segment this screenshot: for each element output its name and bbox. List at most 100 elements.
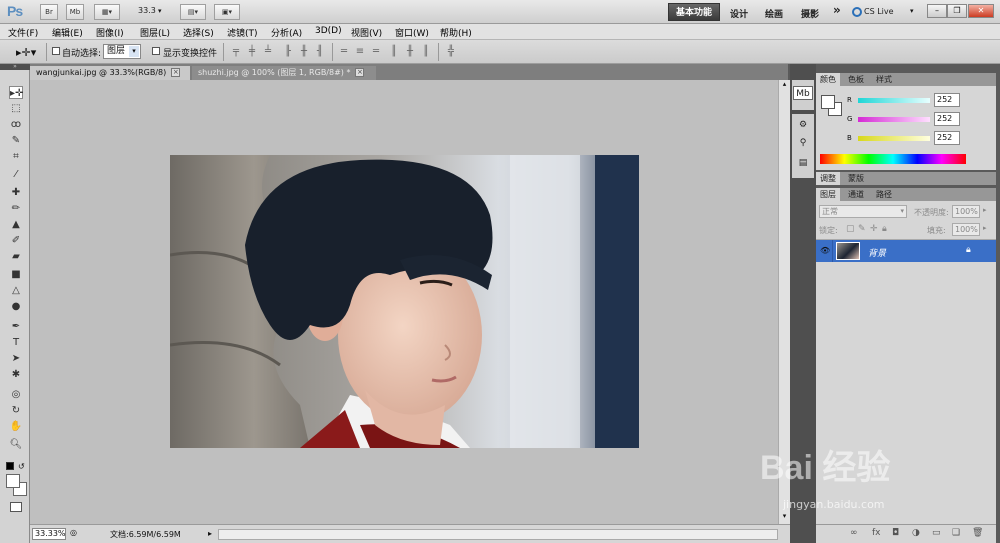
auto-select-dropdown[interactable]: 图层 ▾ (103, 44, 141, 59)
align-bottom-icon[interactable]: ╧ (262, 46, 274, 57)
marquee-tool-icon[interactable]: ⬚ (9, 102, 23, 115)
align-vcenter-icon[interactable]: ╪ (246, 46, 258, 57)
tool-presets-icon[interactable]: ⚙ (793, 118, 813, 132)
menu-help[interactable]: 帮助(H) (440, 26, 472, 39)
arrange-documents-dropdown[interactable]: ▤▾ (180, 4, 206, 20)
3d-orbit-tool-icon[interactable]: ↻ (9, 404, 23, 417)
workspace-painting-button[interactable]: 绘画 (765, 7, 783, 20)
move-tool-icon[interactable]: ▸✛ (9, 86, 23, 99)
quick-selection-tool-icon[interactable]: ✎ (9, 134, 23, 147)
horizontal-scrollbar[interactable] (218, 529, 778, 540)
blend-mode-dropdown[interactable]: 正常 ▾ (819, 205, 907, 218)
show-transform-controls-checkbox[interactable] (152, 47, 160, 55)
layer-name[interactable]: 背景 (868, 246, 886, 259)
gradient-tool-icon[interactable]: ■ (9, 268, 23, 281)
align-right-icon[interactable]: ╢ (314, 46, 326, 57)
zoom-chevron-down-icon[interactable]: ▾ (158, 7, 162, 15)
b-slider[interactable] (858, 136, 930, 141)
r-value-field[interactable]: 252 (934, 93, 960, 107)
menu-view[interactable]: 视图(V) (351, 26, 382, 39)
restore-button[interactable]: ❐ (947, 4, 967, 18)
tab-adjustments[interactable]: 调整 (816, 172, 840, 185)
view-extras-dropdown[interactable]: ▦▾ (94, 4, 120, 20)
opacity-field[interactable]: 100% (952, 205, 980, 218)
tab-layers[interactable]: 图层 (816, 188, 840, 201)
b-value-field[interactable]: 252 (934, 131, 960, 145)
lock-image-icon[interactable]: ✎ (858, 224, 866, 234)
g-value-field[interactable]: 252 (934, 112, 960, 126)
screen-mode-dropdown[interactable]: ▣▾ (214, 4, 240, 20)
eraser-tool-icon[interactable]: ▰ (9, 250, 23, 263)
clone-source-icon[interactable]: ⚲ (793, 136, 813, 150)
menu-image[interactable]: 图像(I) (96, 26, 124, 39)
menu-edit[interactable]: 编辑(E) (52, 26, 83, 39)
menu-file[interactable]: 文件(F) (8, 26, 38, 39)
document-canvas[interactable] (30, 80, 778, 524)
tab-channels[interactable]: 通道 (844, 188, 868, 201)
auto-align-layers-icon[interactable]: ╬ (445, 46, 457, 57)
layer-style-icon[interactable]: fx (872, 528, 881, 538)
shape-tool-icon[interactable]: ✱ (9, 368, 23, 381)
tab-wangjunkai[interactable]: wangjunkai.jpg @ 33.3%(RGB/8) × (30, 66, 190, 80)
swap-colors-icon[interactable]: ↺ (18, 462, 25, 471)
3d-rotate-tool-icon[interactable]: ◎ (9, 388, 23, 401)
quick-mask-icon[interactable] (10, 502, 22, 512)
bridge-button[interactable]: Br (40, 4, 58, 20)
zoom-level[interactable]: 33.3 (138, 6, 156, 15)
lock-all-icon[interactable]: 🔒︎ (882, 224, 887, 234)
cslive-chevron-down-icon[interactable]: ▾ (910, 7, 914, 15)
scroll-down-icon[interactable]: ▾ (779, 512, 790, 522)
scroll-up-icon[interactable]: ▴ (779, 80, 790, 90)
menu-layer[interactable]: 图层(L) (140, 26, 170, 39)
distribute-bottom-icon[interactable]: ═ (370, 46, 382, 57)
close-tab-icon[interactable]: × (171, 68, 181, 77)
tab-shuzhi[interactable]: shuzhi.jpg @ 100% (图层 1, RGB/8#) * × (192, 66, 376, 80)
layer-mask-icon[interactable]: ◘ (892, 528, 899, 538)
actions-icon[interactable]: ▤ (793, 156, 813, 170)
visibility-eye-icon[interactable]: 👁︎ (820, 246, 830, 255)
new-layer-icon[interactable]: ❑ (952, 528, 960, 538)
minimize-button[interactable]: – (927, 4, 947, 18)
history-brush-tool-icon[interactable]: ✐ (9, 234, 23, 247)
brush-tool-icon[interactable]: ✏ (9, 202, 23, 215)
dodge-tool-icon[interactable]: ● (9, 300, 23, 313)
menu-analysis[interactable]: 分析(A) (271, 26, 302, 39)
workspace-essentials-button[interactable]: 基本功能 (668, 3, 720, 21)
tab-swatches[interactable]: 色板 (844, 73, 868, 86)
menu-window[interactable]: 窗口(W) (395, 26, 429, 39)
distribute-top-icon[interactable]: ═ (338, 46, 350, 57)
document-photo[interactable] (170, 155, 639, 448)
type-tool-icon[interactable]: T (9, 336, 23, 349)
align-hcenter-icon[interactable]: ╫ (298, 46, 310, 57)
toolbox-collapse-icon[interactable]: » (0, 64, 30, 70)
fill-chevron-icon[interactable]: ▸ (983, 224, 987, 232)
distribute-vcenter-icon[interactable]: ≡ (354, 46, 366, 57)
close-window-button[interactable]: ✕ (968, 4, 994, 18)
status-info-icon[interactable]: ◎ (70, 528, 80, 540)
new-group-icon[interactable]: ▭ (932, 528, 941, 538)
tab-paths[interactable]: 路径 (872, 188, 896, 201)
color-fg-swatch[interactable] (821, 95, 835, 109)
healing-brush-tool-icon[interactable]: ✚ (9, 186, 23, 199)
eyedropper-tool-icon[interactable]: ⁄ (9, 168, 23, 181)
default-colors-icon[interactable] (6, 462, 14, 470)
g-slider[interactable] (858, 117, 930, 122)
auto-select-checkbox[interactable] (52, 47, 60, 55)
tab-color[interactable]: 颜色 (816, 73, 840, 86)
layer-row[interactable]: 👁︎ 背景 🔒︎ (816, 240, 996, 262)
status-zoom-field[interactable]: 33.33% (32, 528, 66, 540)
tab-masks[interactable]: 蒙版 (844, 172, 868, 185)
zoom-tool-icon[interactable]: 🔍︎ (9, 438, 23, 451)
more-workspaces-button[interactable]: » (833, 3, 841, 17)
lasso-tool-icon[interactable]: ꝏ (9, 118, 23, 131)
workspace-design-button[interactable]: 设计 (730, 7, 748, 20)
align-top-icon[interactable]: ╤ (230, 46, 242, 57)
r-slider[interactable] (858, 98, 930, 103)
lock-transparency-icon[interactable]: ▢ (846, 224, 855, 234)
move-tool-preset-icon[interactable]: ▸✛▾ (16, 46, 36, 59)
align-left-icon[interactable]: ╟ (282, 46, 294, 57)
color-spectrum-bar[interactable] (820, 154, 966, 164)
close-tab-icon[interactable]: × (355, 68, 365, 77)
crop-tool-icon[interactable]: ⌗ (9, 150, 23, 163)
distribute-hcenter-icon[interactable]: ╫ (404, 46, 416, 57)
